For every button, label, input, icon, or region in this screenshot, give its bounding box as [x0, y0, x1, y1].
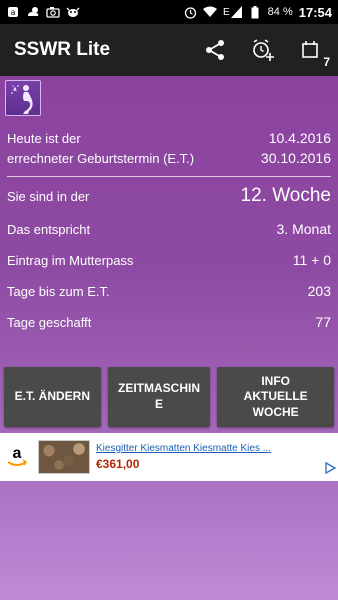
share-icon — [206, 40, 224, 60]
alarm-icon — [183, 5, 197, 19]
amazon-icon: a — [7, 445, 28, 466]
battery-percent: 84 % — [267, 6, 293, 18]
today-row: Heute ist der 10.4.2016 — [7, 130, 331, 146]
notification-icon: a — [6, 5, 20, 19]
camera-icon — [46, 5, 60, 19]
calendar-icon — [302, 41, 318, 58]
calendar-day-number: 7 — [323, 55, 330, 69]
days-done-label: Tage geschafft — [7, 314, 92, 330]
app-bar-actions: 7 — [202, 37, 330, 69]
passport-value: 11 + 0 — [292, 252, 331, 268]
today-value: 10.4.2016 — [268, 130, 331, 146]
amazon-logo: a — [0, 433, 34, 481]
app-title: SSWR Lite — [14, 39, 111, 60]
month-label: Das entspricht — [7, 221, 91, 237]
pregnancy-info: Heute ist der 10.4.2016 errechneter Gebu… — [7, 124, 331, 330]
add-alarm-button[interactable] — [250, 37, 276, 63]
week-label: Sie sind in der — [7, 188, 90, 204]
days-left-label: Tage bis zum E.T. — [7, 283, 110, 299]
month-row: Das entspricht 3. Monat — [7, 221, 331, 237]
battery-icon — [248, 5, 262, 19]
action-buttons: E.T. ÄNDERN ZEITMASCHINE INFO AKTUELLE W… — [4, 367, 335, 427]
adchoices-icon[interactable] — [324, 461, 337, 479]
svg-text:a: a — [13, 445, 22, 462]
week-value: 12. Woche — [240, 185, 331, 206]
today-label: Heute ist der — [7, 130, 81, 146]
ad-banner[interactable]: a Kiesgitter Kiesmatten Kiesmatte Kies .… — [0, 433, 338, 481]
ad-product-image[interactable] — [38, 440, 90, 474]
days-done-row: Tage geschafft 77 — [7, 314, 331, 330]
cloud-sun-icon — [26, 5, 40, 19]
calendar-button[interactable]: 7 — [298, 37, 330, 69]
time-machine-button[interactable]: ZEITMASCHINE — [107, 367, 211, 427]
due-date-value: 30.10.2016 — [260, 150, 331, 166]
days-done-value: 77 — [315, 314, 331, 330]
due-date-row: errechneter Geburtstermin (E.T.) 30.10.2… — [7, 150, 331, 166]
status-bar: a E 84 % 17:54 — [0, 0, 338, 24]
pregnancy-logo — [5, 80, 41, 116]
divider — [7, 176, 331, 177]
ad-text: Kiesgitter Kiesmatten Kiesmatte Kies ...… — [96, 443, 338, 471]
due-date-label: errechneter Geburtstermin (E.T.) — [7, 150, 195, 166]
days-left-value: 203 — [307, 283, 331, 299]
share-button[interactable] — [202, 37, 228, 63]
network-type: E — [223, 6, 230, 18]
days-left-row: Tage bis zum E.T. 203 — [7, 283, 331, 299]
add-alarm-icon — [253, 39, 274, 61]
app-bar: SSWR Lite 7 — [0, 24, 338, 76]
week-row: Sie sind in der 12. Woche — [7, 185, 331, 207]
status-bar-right: E 84 % 17:54 — [183, 5, 332, 20]
cow-icon — [66, 5, 80, 19]
svg-text:a: a — [11, 8, 16, 17]
change-due-date-button[interactable]: E.T. ÄNDERN — [4, 367, 101, 427]
passport-label: Eintrag im Mutterpass — [7, 252, 134, 268]
status-bar-left: a — [6, 5, 80, 19]
passport-row: Eintrag im Mutterpass 11 + 0 — [7, 252, 331, 268]
ad-price: €361,00 — [96, 457, 140, 471]
month-value: 3. Monat — [276, 221, 331, 237]
wifi-icon — [203, 5, 217, 19]
ad-title-link[interactable]: Kiesgitter Kiesmatten Kiesmatte Kies ... — [96, 443, 338, 454]
signal-icon: E — [223, 5, 242, 19]
info-current-week-button[interactable]: INFO AKTUELLE WOCHE — [217, 367, 335, 427]
clock: 17:54 — [298, 4, 332, 20]
pregnant-woman-icon — [11, 85, 33, 114]
